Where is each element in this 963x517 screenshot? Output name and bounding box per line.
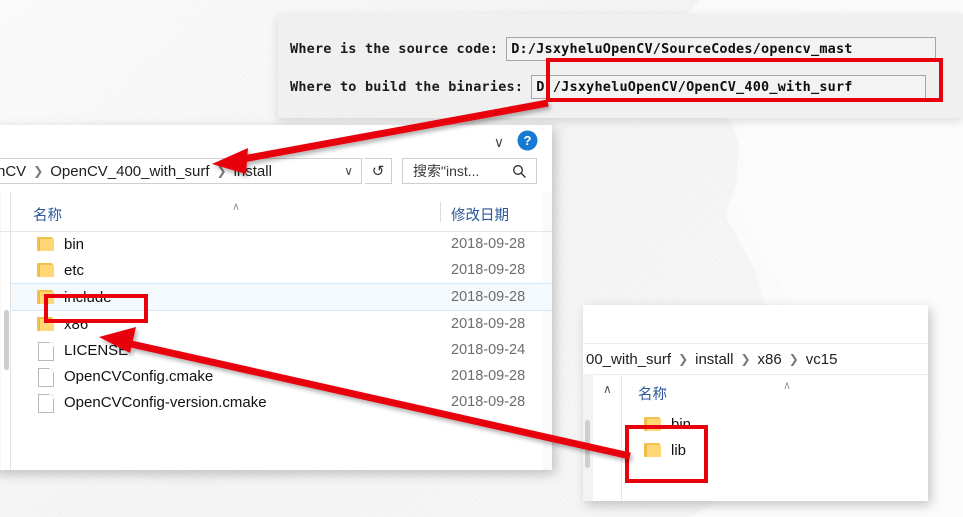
file-date: 2018-09-24 — [451, 342, 526, 358]
highlight-bin-lib-folders — [625, 425, 708, 483]
table-row[interactable]: LICENSE 2018-09-24 — [11, 337, 552, 363]
chevron-down-icon[interactable]: ∨ — [491, 134, 507, 150]
file-name: LICENSE — [64, 341, 129, 359]
refresh-icon[interactable]: ↺ — [365, 158, 392, 184]
breadcrumb-item-1[interactable]: install — [689, 351, 739, 368]
search-input[interactable]: 搜索"inst... — [402, 158, 537, 184]
breadcrumb-separator-icon: ❯ — [33, 164, 44, 178]
explorer2-address-bar: 00_with_surf ❯ install ❯ x86 ❯ vc15 — [583, 344, 928, 375]
breadcrumb-item-2[interactable]: x86 — [752, 351, 788, 368]
explorer2-column-header: ∧ 名称 ∧ — [583, 375, 928, 409]
svg-text:?: ? — [524, 133, 532, 148]
help-icon[interactable]: ? — [517, 130, 538, 151]
explorer1-file-list: bin 2018-09-28 etc 2018-09-28 include 20… — [11, 231, 552, 415]
table-row[interactable]: bin 2018-09-28 — [11, 231, 552, 257]
breadcrumb[interactable]: 00_with_surf ❯ install ❯ x86 ❯ vc15 — [580, 347, 843, 371]
folder-icon — [37, 236, 54, 252]
nav-pane-scrollbar[interactable] — [4, 310, 9, 370]
cmake-source-label: Where is the source code: — [290, 41, 499, 57]
table-row[interactable]: OpenCVConfig.cmake 2018-09-28 — [11, 363, 552, 389]
column-header-name[interactable]: 名称 — [638, 383, 667, 404]
explorer1-nav-pane-strip — [0, 192, 1, 470]
breadcrumb-separator-icon: ❯ — [678, 352, 689, 366]
file-icon — [37, 367, 54, 387]
file-date: 2018-09-28 — [451, 262, 526, 278]
table-row[interactable]: etc 2018-09-28 — [11, 257, 552, 283]
search-placeholder: 搜索"inst... — [413, 163, 480, 179]
file-name: OpenCVConfig.cmake — [64, 367, 214, 385]
breadcrumb-item-2[interactable]: install — [228, 163, 278, 180]
breadcrumb-item-0[interactable]: nCV — [0, 163, 32, 180]
cmake-build-label: Where to build the binaries: — [290, 79, 524, 95]
sort-ascending-icon: ∧ — [232, 201, 241, 213]
breadcrumb-separator-icon: ❯ — [788, 352, 799, 366]
highlight-include-folder — [44, 294, 148, 323]
explorer2-titlebar — [583, 305, 928, 344]
file-date: 2018-09-28 — [451, 368, 526, 384]
breadcrumb[interactable]: nCV ❯ OpenCV_400_with_surf ❯ install ∨ — [0, 158, 362, 184]
sort-ascending-icon: ∧ — [783, 380, 792, 392]
file-name: etc — [64, 261, 85, 279]
chevron-down-icon[interactable]: ∨ — [336, 164, 361, 178]
explorer1-titlebar: ∨ ? — [0, 125, 552, 158]
file-icon — [37, 393, 54, 413]
file-date: 2018-09-28 — [451, 289, 526, 305]
table-row[interactable]: OpenCVConfig-version.cmake 2018-09-28 — [11, 389, 552, 415]
file-name: OpenCVConfig-version.cmake — [64, 393, 267, 411]
file-name: bin — [64, 235, 85, 253]
file-icon — [37, 341, 54, 361]
collapse-caret-icon[interactable]: ∧ — [603, 382, 612, 396]
column-header-name[interactable]: 名称 — [33, 204, 62, 225]
column-divider — [440, 202, 441, 222]
search-icon[interactable] — [512, 164, 536, 179]
column-header-date[interactable]: 修改日期 — [451, 204, 509, 225]
breadcrumb-item-1[interactable]: OpenCV_400_with_surf — [44, 163, 215, 180]
breadcrumb-item-3[interactable]: vc15 — [800, 351, 844, 368]
file-date: 2018-09-28 — [451, 236, 526, 252]
breadcrumb-item-0[interactable]: 00_with_surf — [580, 351, 677, 368]
explorer1-address-bar: nCV ❯ OpenCV_400_with_surf ❯ install ∨ ↺… — [0, 158, 552, 192]
nav-pane-scrollbar[interactable] — [585, 420, 590, 468]
file-date: 2018-09-28 — [451, 316, 526, 332]
highlight-build-binaries-field — [546, 58, 943, 102]
file-date: 2018-09-28 — [451, 394, 526, 410]
breadcrumb-separator-icon: ❯ — [740, 352, 751, 366]
folder-icon — [37, 262, 54, 278]
breadcrumb-separator-icon: ❯ — [216, 164, 227, 178]
explorer1-column-header: 名称 ∧ 修改日期 — [0, 197, 552, 232]
